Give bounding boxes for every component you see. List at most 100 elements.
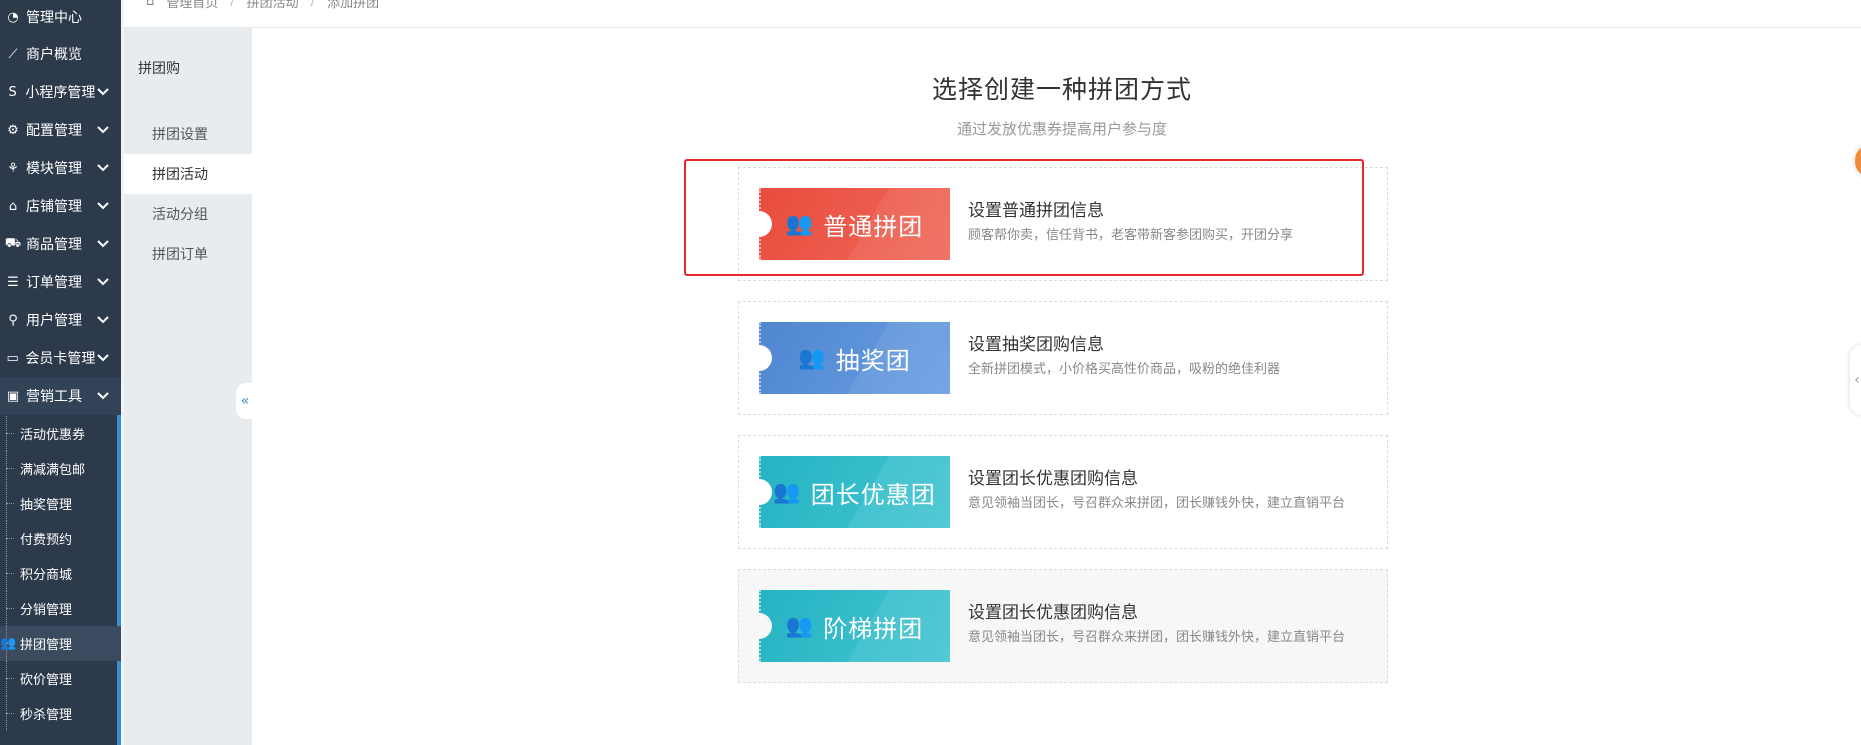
- order-list-icon: ☰: [7, 274, 19, 290]
- store-icon: ⌂: [8, 198, 18, 214]
- submenu-item-label: 付费预约: [20, 533, 73, 548]
- sidebar-item-4[interactable]: ⚙ 配置管理: [0, 111, 121, 149]
- ticket-badge: 👥 阶梯拼团: [759, 590, 950, 662]
- sidebar-item-11[interactable]: ▣ 营销工具: [0, 377, 121, 415]
- card-description: 意见领袖当团长，号召群众来拼团，团长赚钱外快，建立直销平台: [968, 630, 1346, 645]
- breadcrumb-item-add-group: 添加拼团: [327, 0, 380, 11]
- group-type-card-tiered[interactable]: 👥 阶梯拼团 设置团长优惠团购信息 意见领袖当团长，号召群众来拼团，团长赚钱外快…: [738, 569, 1388, 683]
- card-icon: ▭: [6, 350, 19, 366]
- subnav-item-group-settings[interactable]: 拼团设置: [124, 114, 252, 154]
- subnav-item-group-orders[interactable]: 拼团订单: [124, 234, 252, 274]
- submenu-item-label: 满减满包邮: [20, 463, 86, 478]
- ticket-perforation: [759, 590, 761, 662]
- sidebar-item-2[interactable]: ⟋ 商户概览: [0, 35, 121, 73]
- sidebar-item-label: 配置管理: [26, 123, 82, 139]
- ticket-perforation: [759, 322, 761, 394]
- trend-icon: ⟋: [8, 46, 18, 62]
- submenu-item-label: 拼团管理: [20, 638, 73, 653]
- subnav-item-group-activity[interactable]: 拼团活动: [124, 154, 252, 194]
- submenu-item-3[interactable]: 抽奖管理: [0, 486, 121, 521]
- sidebar-item-6[interactable]: ⌂ 店铺管理: [0, 187, 121, 225]
- modules-icon: ⚘: [7, 160, 19, 176]
- breadcrumb-item-group-activity[interactable]: 拼团活动: [247, 0, 299, 11]
- dashboard-icon: ◔: [7, 9, 19, 25]
- submenu-item-label: 抽奖管理: [20, 498, 73, 513]
- sidebar-item-label: 营销工具: [26, 389, 82, 405]
- sidebar-item-label: 小程序管理: [25, 85, 96, 101]
- marketing-submenu: 活动优惠券满减满包邮抽奖管理付费预约积分商城分销管理 👥 拼团管理砍价管理秒杀管理: [0, 416, 121, 731]
- sidebar-item-label: 管理中心: [26, 10, 82, 26]
- card-title: 设置团长优惠团购信息: [968, 603, 1138, 623]
- group-type-card-lottery[interactable]: 👥 抽奖团 设置抽奖团购信息 全新拼团模式，小价格买高性价商品，吸粉的绝佳利器: [738, 301, 1388, 415]
- chevron-down-icon: [95, 122, 111, 138]
- submenu-item-6[interactable]: 分销管理: [0, 591, 121, 626]
- chevron-down-icon: [95, 312, 111, 328]
- card-description: 意见领袖当团长，号召群众来拼团，团长赚钱外快，建立直销平台: [968, 496, 1346, 511]
- sidebar-item-7[interactable]: ⛟ 商品管理: [0, 225, 121, 263]
- sidebar-item-label: 用户管理: [26, 313, 82, 329]
- chevron-down-icon: [95, 198, 111, 214]
- submenu-item-5[interactable]: 积分商城: [0, 556, 121, 591]
- miniprogram-icon: S: [8, 84, 17, 100]
- secondary-sidebar-title: 拼团购: [138, 61, 180, 77]
- page-subtitle: 通过发放优惠券提高用户参与度: [956, 120, 1167, 138]
- chevron-down-icon: [95, 160, 111, 176]
- sidebar-item-label: 订单管理: [26, 275, 82, 291]
- secondary-sidebar: 拼团购 拼团设置 拼团活动 活动分组 拼团订单: [124, 28, 252, 745]
- card-title: 设置团长优惠团购信息: [968, 469, 1138, 489]
- users-icon: 👥: [773, 479, 801, 505]
- users-icon: 👥: [0, 636, 17, 651]
- subnav-item-activity-groups[interactable]: 活动分组: [124, 194, 252, 234]
- submenu-item-1[interactable]: 活动优惠券: [0, 416, 121, 451]
- briefcase-icon: ▣: [6, 388, 20, 404]
- ticket-label: 抽奖团: [835, 346, 911, 375]
- sidebar-item-label: 会员卡管理: [25, 351, 96, 367]
- sidebar-item-10[interactable]: ▭ 会员卡管理: [0, 339, 121, 377]
- top-bar: ⌂ 管理首页 / 拼团活动 / 添加拼团: [124, 0, 1861, 28]
- breadcrumb-separator: /: [230, 0, 235, 9]
- ticket-label: 普通拼团: [823, 212, 924, 241]
- sidebar-item-1[interactable]: ◔ 管理中心: [0, 0, 121, 36]
- submenu-item-2[interactable]: 满减满包邮: [0, 451, 121, 486]
- sidebar-item-label: 商户概览: [26, 47, 82, 63]
- main-sidebar: ◔ 管理中心 ⟋ 商户概览 S 小程序管理 ⚙ 配置管理 ⚘ 模块管理 ⌂ 店铺管理 ⛟ 商品管理 ☰ 订单管…: [0, 0, 121, 745]
- side-panel-toggle[interactable]: ‹: [1850, 345, 1861, 415]
- double-chevron-left-icon: «: [240, 393, 250, 409]
- submenu-item-label: 活动优惠券: [20, 428, 86, 443]
- group-type-card-leader-discount[interactable]: 👥 团长优惠团 设置团长优惠团购信息 意见领袖当团长，号召群众来拼团，团长赚钱外…: [738, 435, 1388, 549]
- page-title: 选择创建一种拼团方式: [931, 75, 1192, 104]
- sidebar-item-label: 模块管理: [26, 161, 82, 177]
- submenu-item-7[interactable]: 👥 拼团管理: [0, 626, 121, 661]
- chevron-down-icon: [95, 350, 111, 366]
- sidebar-item-5[interactable]: ⚘ 模块管理: [0, 149, 121, 187]
- submenu-item-4[interactable]: 付费预约: [0, 521, 121, 556]
- card-description: 全新拼团模式，小价格买高性价商品，吸粉的绝佳利器: [968, 362, 1281, 377]
- ticket-label: 团长优惠团: [810, 480, 936, 509]
- ticket-perforation: [759, 456, 761, 528]
- sidebar-item-9[interactable]: ⚲ 用户管理: [0, 301, 121, 339]
- users-icon: 👥: [785, 211, 814, 237]
- sidebar-item-8[interactable]: ☰ 订单管理: [0, 263, 121, 301]
- main-content: 选择创建一种拼团方式 通过发放优惠券提高用户参与度 👥 普通拼团 设置普通拼团信…: [252, 28, 1861, 745]
- breadcrumb: ⌂ 管理首页 / 拼团活动 / 添加拼团: [146, 0, 379, 11]
- submenu-item-label: 积分商城: [20, 568, 73, 583]
- cart-icon: ⛟: [4, 235, 22, 251]
- ticket-label: 阶梯拼团: [823, 614, 924, 643]
- breadcrumb-item-home[interactable]: 管理首页: [166, 0, 218, 11]
- chevron-down-icon: [95, 388, 111, 404]
- sidebar-item-3[interactable]: S 小程序管理: [0, 73, 121, 111]
- chevron-down-icon: [95, 236, 111, 252]
- home-icon[interactable]: ⌂: [146, 0, 154, 9]
- submenu-item-label: 砍价管理: [20, 673, 73, 688]
- users-icon: 👥: [785, 613, 814, 639]
- ticket-badge: 👥 团长优惠团: [759, 456, 950, 528]
- users-icon: 👥: [798, 345, 826, 371]
- submenu-item-label: 分销管理: [20, 603, 73, 618]
- submenu-item-9[interactable]: 秒杀管理: [0, 696, 121, 731]
- gear-icon: ⚙: [7, 122, 19, 138]
- chevron-down-icon: [95, 84, 111, 100]
- ticket-badge: 👥 抽奖团: [759, 322, 950, 394]
- submenu-item-8[interactable]: 砍价管理: [0, 661, 121, 696]
- chevron-left-icon: ‹: [1854, 372, 1860, 388]
- user-icon: ⚲: [8, 312, 18, 328]
